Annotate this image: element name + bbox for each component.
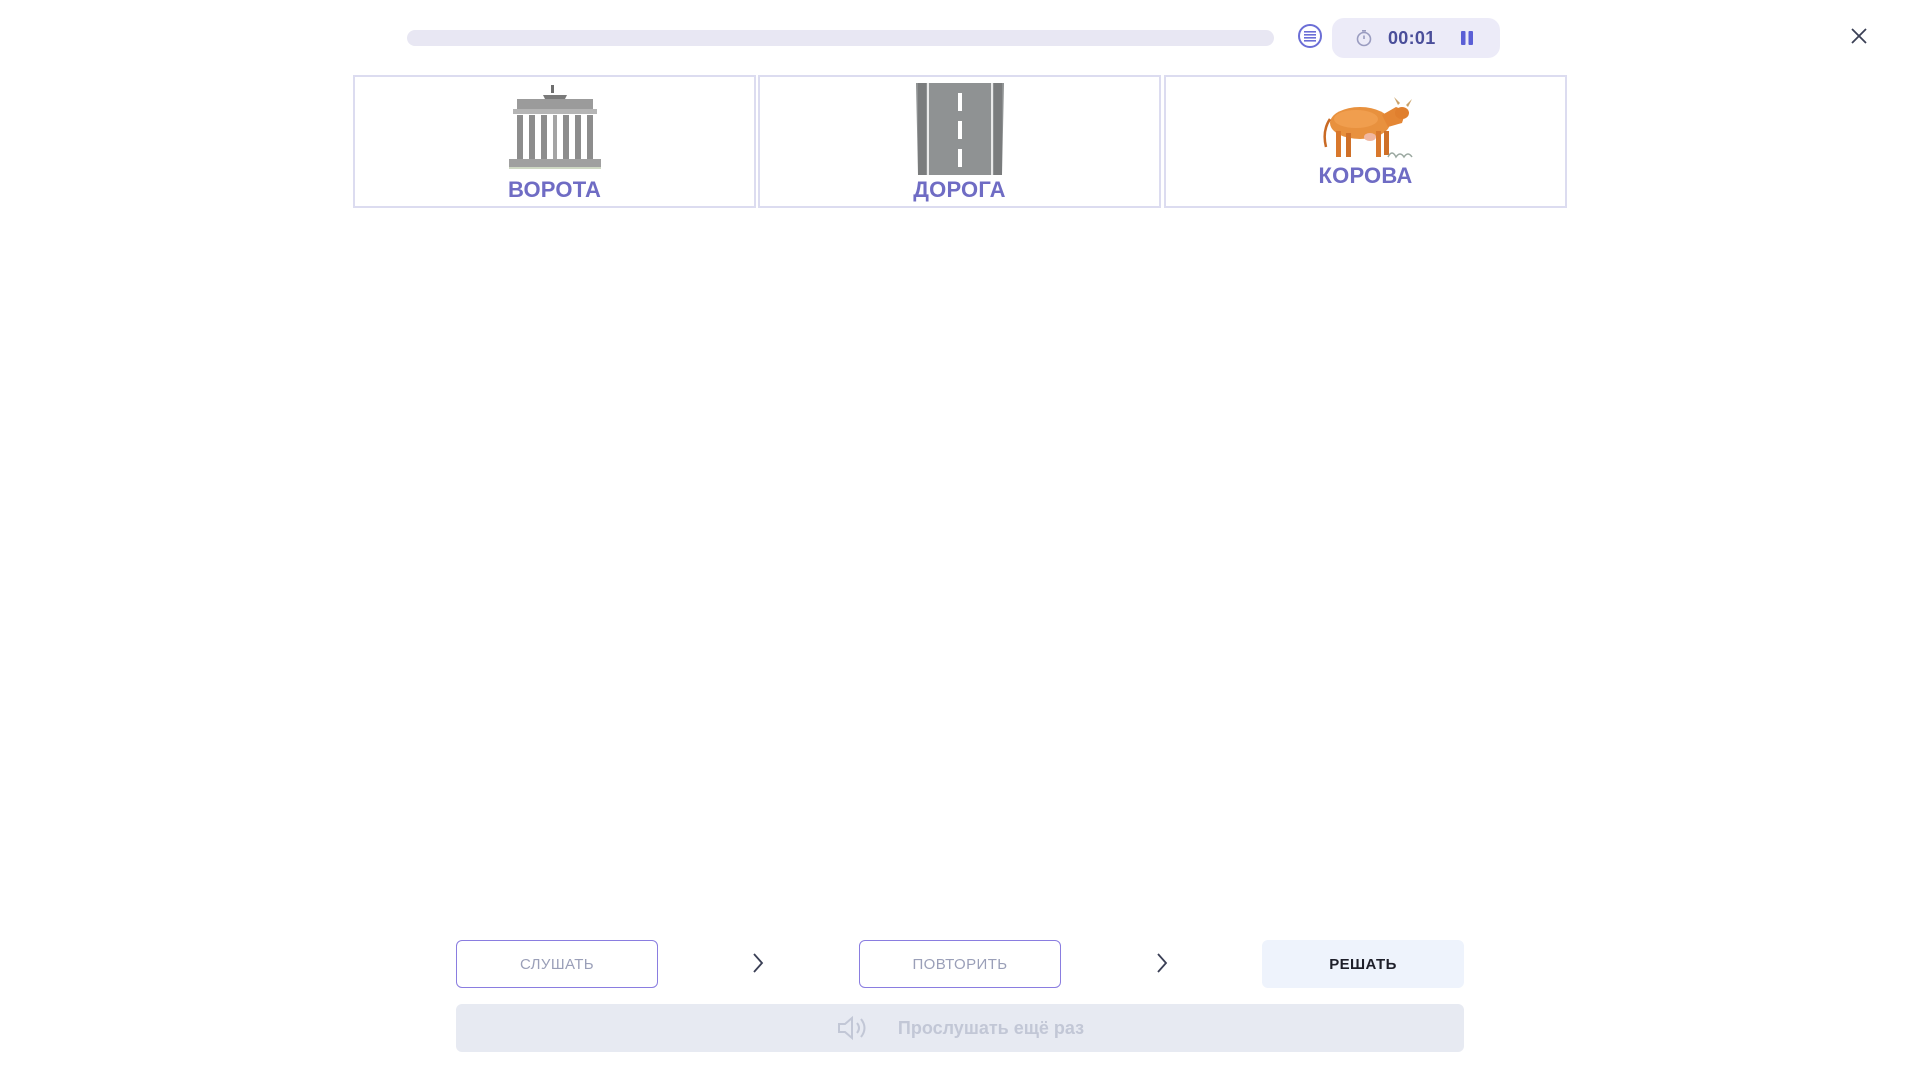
gate-illustration (508, 85, 601, 169)
word-card-cow[interactable]: КОРОВА (1164, 75, 1567, 208)
road-illustration (912, 83, 1008, 175)
word-cards: ВОРОТА ДОРОГА КОРОВА (353, 75, 1567, 208)
list-icon[interactable] (1298, 24, 1322, 48)
chevron-right-icon (748, 951, 768, 975)
chevron-right-icon (1152, 951, 1172, 975)
timer: 00:01 (1332, 18, 1500, 58)
timer-value: 00:01 (1388, 28, 1436, 48)
listen-again-button[interactable]: Прослушать ещё раз (456, 1004, 1464, 1052)
card-word: КОРОВА (1318, 163, 1413, 188)
card-word: ДОРОГА (913, 177, 1006, 202)
cow-illustration (1318, 91, 1414, 163)
word-card-road[interactable]: ДОРОГА (758, 75, 1161, 208)
pause-icon[interactable] (1456, 27, 1478, 49)
progress-bar (407, 30, 1274, 46)
listen-again-label: Прослушать ещё раз (897, 1017, 1085, 1038)
exercise-screen: 00:01 ВОРОТА ДОРОГА КОРОВА СЛУШАТЬ ПОВТО… (0, 0, 1920, 1080)
stopwatch-icon (1354, 28, 1374, 48)
word-card-gate[interactable]: ВОРОТА (353, 75, 756, 208)
card-word: ВОРОТА (507, 177, 602, 202)
solve-step-button[interactable]: РЕШАТЬ (1262, 940, 1464, 988)
listen-step-button[interactable]: СЛУШАТЬ (456, 940, 658, 988)
speaker-icon (836, 1014, 870, 1042)
repeat-step-button[interactable]: ПОВТОРИТЬ (859, 940, 1061, 988)
close-icon[interactable] (1847, 24, 1871, 48)
